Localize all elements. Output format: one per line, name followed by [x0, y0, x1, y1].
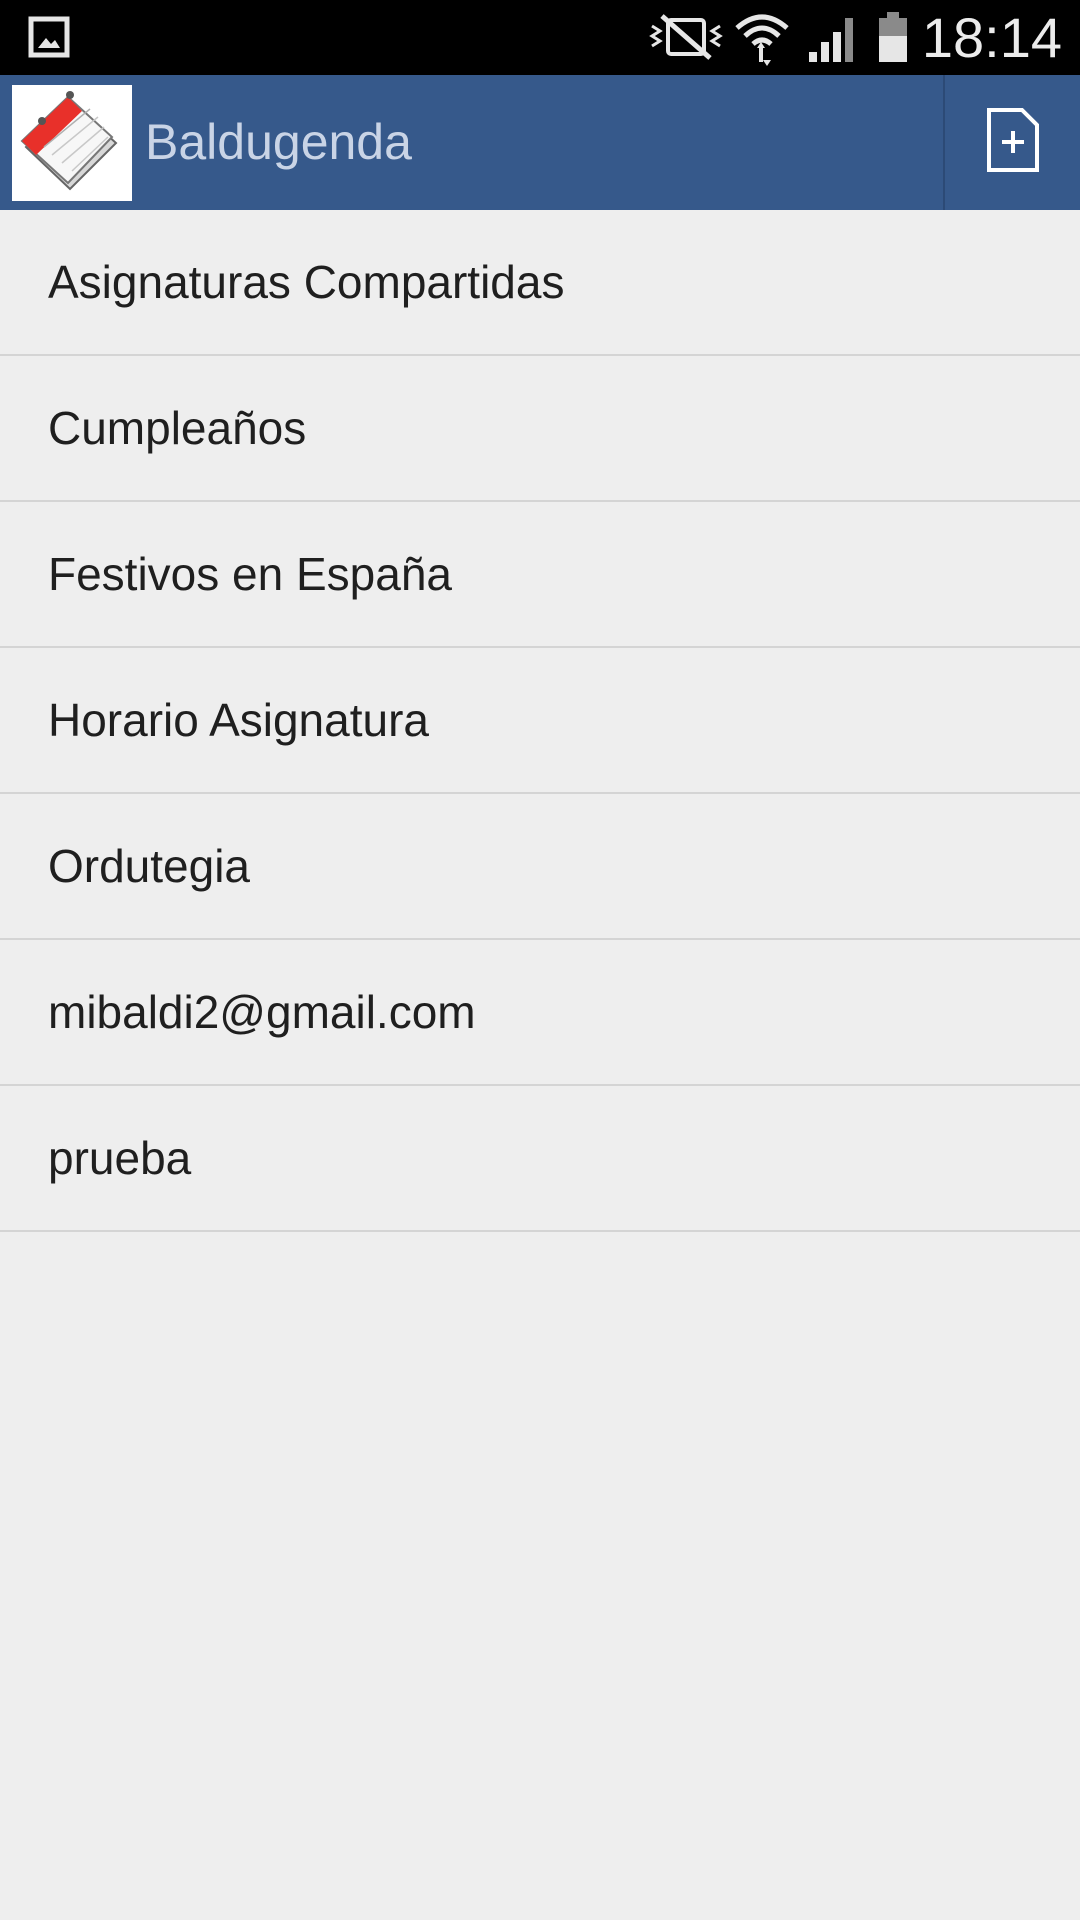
wifi-icon [733, 8, 791, 66]
list-item-label: Cumpleaños [48, 402, 307, 454]
list-item[interactable]: Ordutegia [0, 794, 1080, 940]
signal-icon [807, 14, 859, 62]
gallery-icon [28, 16, 70, 58]
agenda-calendar-icon[interactable] [12, 85, 132, 201]
mute-vibrate-icon [648, 12, 724, 62]
app-title: Baldugenda [145, 114, 412, 170]
list-item[interactable]: prueba [0, 1086, 1080, 1232]
new-document-button[interactable] [945, 75, 1080, 210]
new-document-icon [986, 107, 1040, 178]
list-item-label: mibaldi2@gmail.com [48, 986, 476, 1038]
list-item-label: Asignaturas Compartidas [48, 256, 565, 308]
battery-icon [877, 12, 909, 62]
list-item-label: Horario Asignatura [48, 694, 429, 746]
list-item[interactable]: Cumpleaños [0, 356, 1080, 502]
list-item[interactable]: Horario Asignatura [0, 648, 1080, 794]
list-item[interactable]: Festivos en España [0, 502, 1080, 648]
status-clock: 18:14 [921, 6, 1062, 69]
list-item-label: prueba [48, 1132, 192, 1184]
list-item-label: Ordutegia [48, 840, 251, 892]
list-item[interactable]: mibaldi2@gmail.com [0, 940, 1080, 1086]
status-bar: 18:14 [0, 0, 1080, 75]
action-bar: Baldugenda [0, 75, 1080, 210]
list-item[interactable]: Asignaturas Compartidas [0, 210, 1080, 356]
calendar-list: Asignaturas Compartidas Cumpleaños Festi… [0, 210, 1080, 1232]
list-item-label: Festivos en España [48, 548, 453, 600]
